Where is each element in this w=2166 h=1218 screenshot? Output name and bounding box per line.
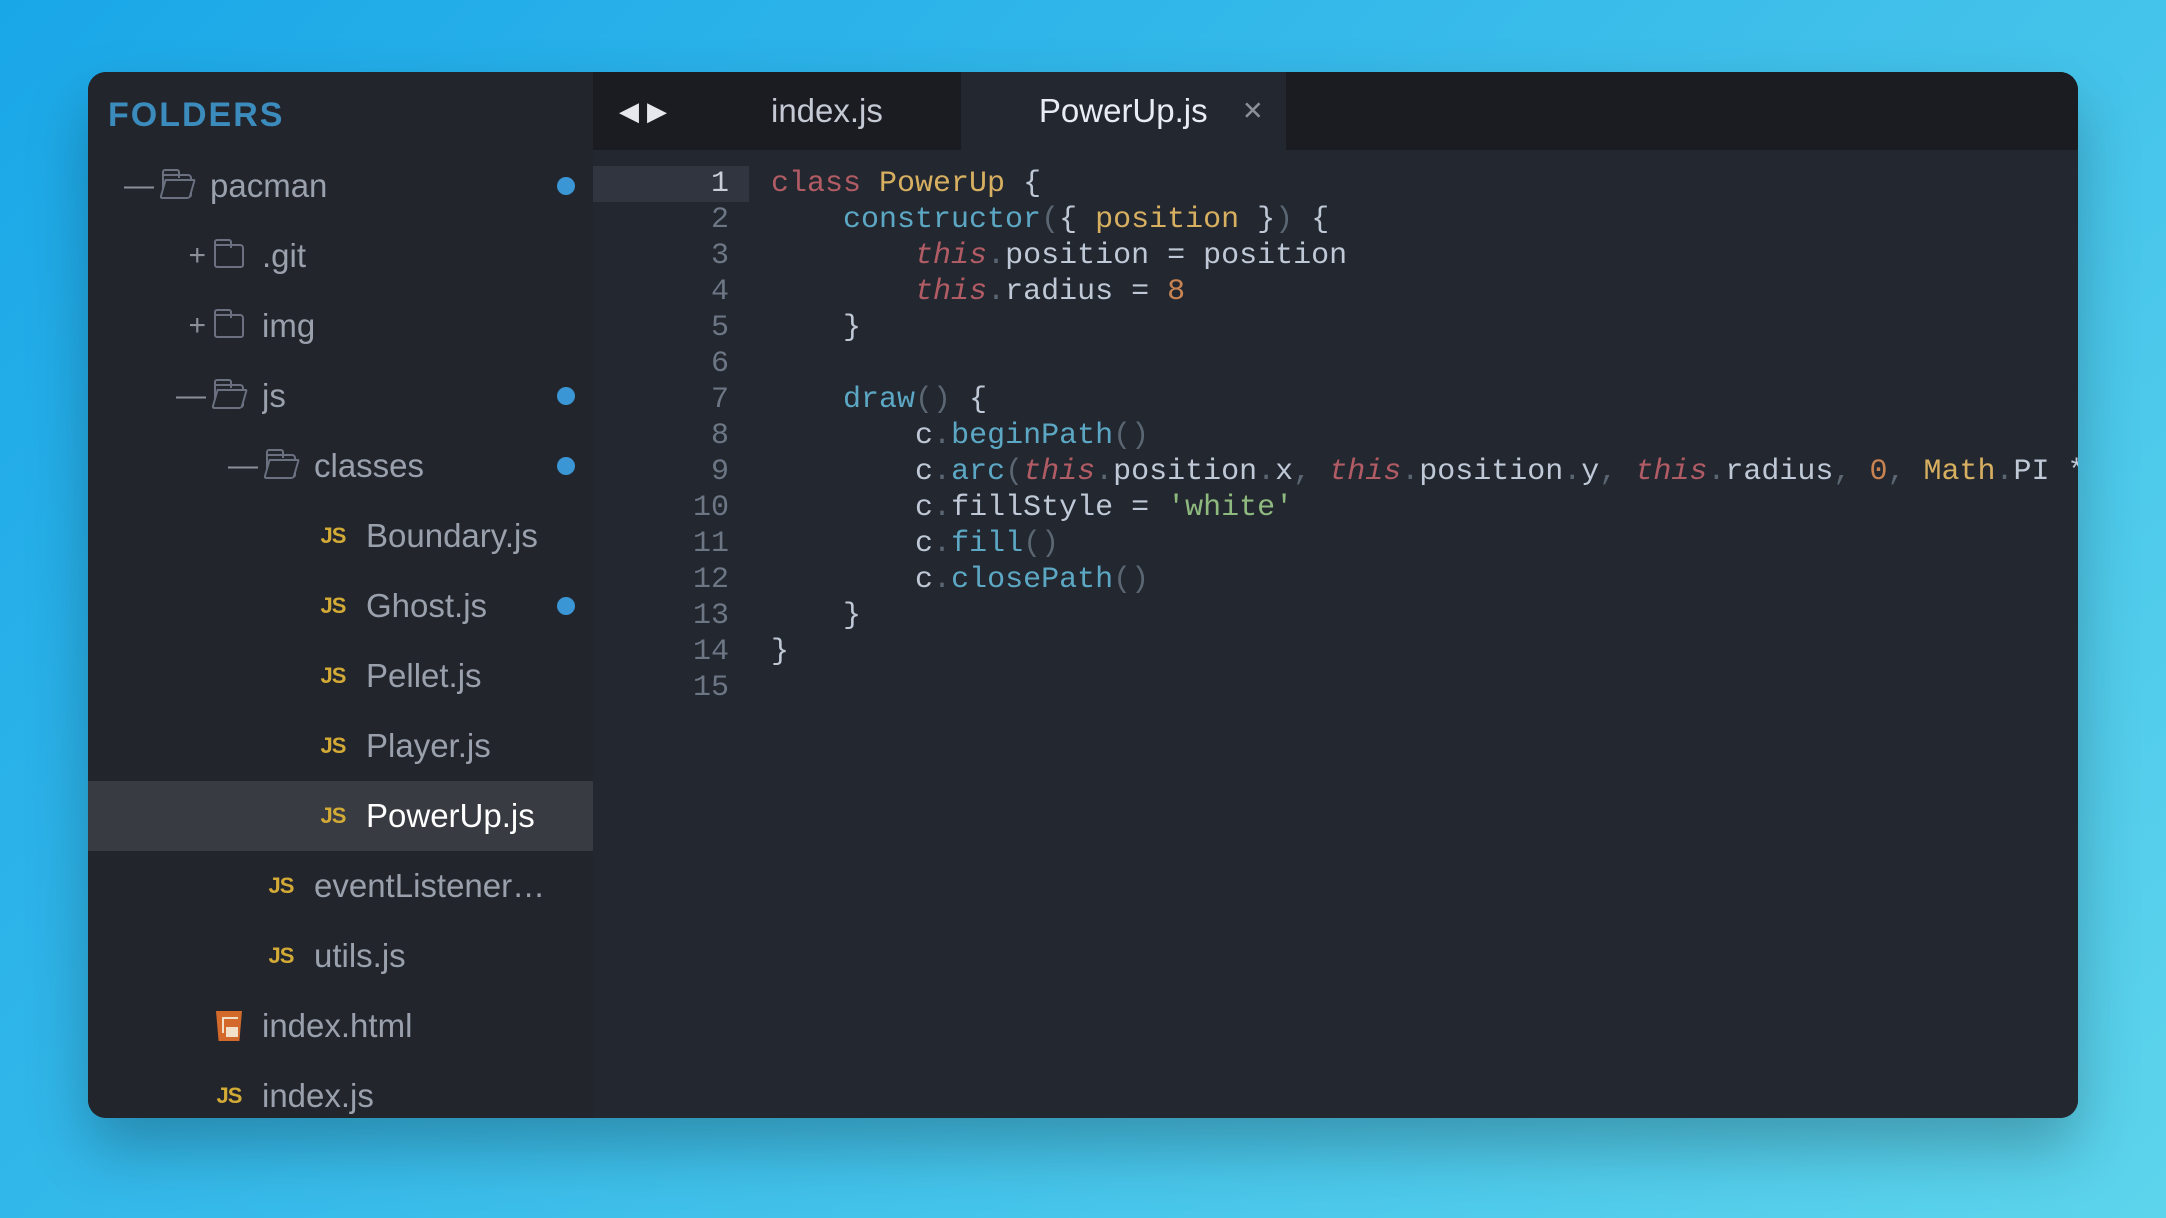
file-row[interactable]: JS utils.js: [88, 921, 593, 991]
tree-item-label: js: [262, 377, 547, 415]
folder-row[interactable]: + img: [88, 291, 593, 361]
file-row[interactable]: JS eventListeners.js: [88, 851, 593, 921]
tree-item-label: img: [262, 307, 547, 345]
tree-item-label: classes: [314, 447, 547, 485]
editor-body: 123456789101112131415 class PowerUp { co…: [593, 150, 2078, 1118]
file-row[interactable]: JS Player.js: [88, 711, 593, 781]
tab-label: PowerUp.js: [1039, 92, 1208, 130]
tree-item-label: Player.js: [366, 727, 547, 765]
line-number[interactable]: 6: [593, 346, 729, 382]
file-row[interactable]: JS Pellet.js: [88, 641, 593, 711]
tab-bar: ◀ ▶ index.js PowerUp.js ✕: [593, 72, 2078, 150]
line-number[interactable]: 11: [593, 526, 729, 562]
code-line: }: [771, 310, 2078, 346]
file-row[interactable]: JS Ghost.js: [88, 571, 593, 641]
line-number[interactable]: 8: [593, 418, 729, 454]
folder-open-icon: [154, 174, 200, 198]
line-number[interactable]: 15: [593, 670, 729, 706]
tree-item-label: index.js: [262, 1077, 547, 1115]
tab-nav: ◀ ▶: [593, 72, 693, 150]
tree-item-label: .git: [262, 237, 547, 275]
js-file-icon: JS: [310, 803, 356, 829]
code-line: c.arc(this.position.x, this.position.y, …: [771, 454, 2078, 490]
code-line: [771, 346, 2078, 382]
js-file-icon: JS: [258, 873, 304, 899]
line-number[interactable]: 12: [593, 562, 729, 598]
tab-nav-next-icon[interactable]: ▶: [647, 96, 667, 127]
file-row[interactable]: index.html: [88, 991, 593, 1061]
modified-dot-icon: [557, 457, 575, 475]
line-number[interactable]: 13: [593, 598, 729, 634]
modified-dot-icon: [557, 177, 575, 195]
folder-row[interactable]: — classes: [88, 431, 593, 501]
folder-row[interactable]: — js: [88, 361, 593, 431]
tabs: index.js PowerUp.js ✕: [693, 72, 1286, 150]
code-line: c.fill(): [771, 526, 2078, 562]
tree-item-label: utils.js: [314, 937, 547, 975]
folder-open-icon: [258, 454, 304, 478]
js-file-icon: JS: [310, 523, 356, 549]
folder-icon: [206, 244, 252, 268]
tree-item-label: PowerUp.js: [366, 797, 547, 835]
file-tree: —pacman+.git+img—js—classesJSBoundary.js…: [88, 151, 593, 1118]
folder-open-icon: [206, 384, 252, 408]
line-number[interactable]: 4: [593, 274, 729, 310]
sidebar: FOLDERS —pacman+.git+img—js—classesJSBou…: [88, 72, 593, 1118]
code-line: this.position = position: [771, 238, 2078, 274]
expand-icon[interactable]: +: [164, 239, 206, 273]
collapse-icon[interactable]: —: [164, 379, 206, 413]
tree-item-label: Boundary.js: [366, 517, 547, 555]
line-number[interactable]: 1: [593, 166, 749, 202]
editor-window: FOLDERS —pacman+.git+img—js—classesJSBou…: [88, 72, 2078, 1118]
modified-dot-icon: [557, 597, 575, 615]
js-file-icon: JS: [310, 663, 356, 689]
line-number-gutter: 123456789101112131415: [593, 150, 749, 1118]
close-tab-icon[interactable]: ✕: [1242, 96, 1264, 127]
code-line: class PowerUp {: [771, 166, 2078, 202]
editor-pane: ◀ ▶ index.jsPowerUp.js✕ 1234567891011121…: [593, 72, 2078, 1118]
js-file-icon: JS: [310, 733, 356, 759]
file-row[interactable]: JS Boundary.js: [88, 501, 593, 571]
folder-row[interactable]: + .git: [88, 221, 593, 291]
line-number[interactable]: 3: [593, 238, 729, 274]
file-row[interactable]: JS index.js: [88, 1061, 593, 1118]
tree-item-label: index.html: [262, 1007, 547, 1045]
js-file-icon: JS: [258, 943, 304, 969]
sidebar-title: FOLDERS: [88, 72, 593, 151]
code-line: [771, 670, 2078, 706]
modified-dot-icon: [557, 387, 575, 405]
code-line: this.radius = 8: [771, 274, 2078, 310]
line-number[interactable]: 2: [593, 202, 729, 238]
collapse-icon[interactable]: —: [112, 169, 154, 203]
code-line: }: [771, 598, 2078, 634]
line-number[interactable]: 14: [593, 634, 729, 670]
tree-item-label: pacman: [210, 167, 547, 205]
line-number[interactable]: 9: [593, 454, 729, 490]
code-line: draw() {: [771, 382, 2078, 418]
file-row[interactable]: JS PowerUp.js: [88, 781, 593, 851]
tab[interactable]: PowerUp.js ✕: [961, 72, 1286, 150]
line-number[interactable]: 5: [593, 310, 729, 346]
code-area[interactable]: class PowerUp { constructor({ position }…: [749, 150, 2078, 1118]
tree-item-label: Pellet.js: [366, 657, 547, 695]
folder-icon: [206, 314, 252, 338]
tree-item-label: Ghost.js: [366, 587, 547, 625]
folder-row[interactable]: — pacman: [88, 151, 593, 221]
code-line: constructor({ position }) {: [771, 202, 2078, 238]
tab[interactable]: index.js: [693, 72, 961, 150]
tree-item-label: eventListeners.js: [314, 867, 547, 905]
expand-icon[interactable]: +: [164, 309, 206, 343]
html-file-icon: [206, 1011, 252, 1041]
code-line: }: [771, 634, 2078, 670]
line-number[interactable]: 7: [593, 382, 729, 418]
js-file-icon: JS: [206, 1083, 252, 1109]
code-line: c.closePath(): [771, 562, 2078, 598]
tab-nav-prev-icon[interactable]: ◀: [619, 96, 639, 127]
line-number[interactable]: 10: [593, 490, 729, 526]
js-file-icon: JS: [310, 593, 356, 619]
code-line: c.beginPath(): [771, 418, 2078, 454]
tab-label: index.js: [771, 92, 883, 130]
code-line: c.fillStyle = 'white': [771, 490, 2078, 526]
collapse-icon[interactable]: —: [216, 449, 258, 483]
